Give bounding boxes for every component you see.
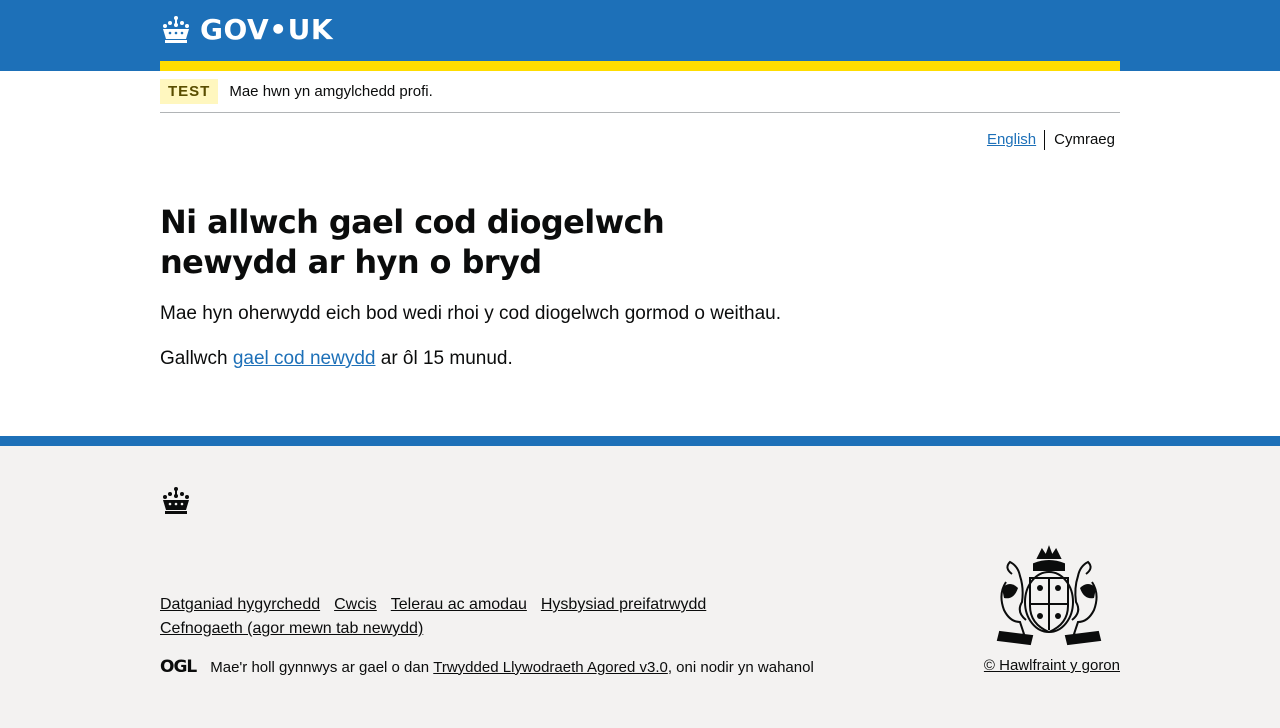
retry-paragraph: Gallwch gael cod newydd ar ôl 15 munud. [160,346,1120,371]
govuk-logo-link[interactable]: GOV•UK [160,12,333,48]
footer-link-terms[interactable]: Telerau ac amodau [391,593,527,617]
main-content: Ni allwch gael cod diogelwch newydd ar h… [160,150,1120,436]
govuk-logo-text: GOV•UK [200,13,334,46]
footer-links: Datganiad hygyrchedd Cwcis Telerau ac amod… [160,593,760,641]
licence-prefix: Mae'r holl gynnwys ar gael o dan [210,658,430,676]
footer-link-cookies[interactable]: Cwcis [334,593,377,617]
page-title: Ni allwch gael cod diogelwch newydd ar h… [160,203,665,281]
footer-link-privacy[interactable]: Hysbysiad preifatrwydd [541,593,706,617]
royal-coat-of-arms-icon [996,545,1102,646]
ogl-logo-icon: OGL [160,657,197,677]
language-switcher: English Cymraeg [160,130,1115,150]
licence-suffix: , oni nodir yn wahanol [667,658,814,676]
crown-copyright-link[interactable]: © Hawlfraint y goron [984,657,1120,674]
phase-text: Mae hwn yn amgylchedd profi. [229,83,433,100]
site-header: GOV•UK [0,0,1280,71]
reason-paragraph: Mae hyn oherwydd eich bod wedi rhoi y co… [160,303,782,324]
header-accent-bar [160,61,1120,71]
footer-crown-icon [163,487,189,514]
footer-link-accessibility[interactable]: Datganiad hygyrchedd [160,593,320,617]
site-footer: Datganiad hygyrchedd Cwcis Telerau ac amod… [0,436,1280,728]
licence-statement: OGL Mae'r holl gynnwys ar gael o dan Trw… [160,657,814,677]
licence-link[interactable]: Trwydded Llywodraeth Agored v3.0 [433,659,668,676]
phase-tag: TEST [160,79,219,104]
phase-banner: TEST Mae hwn yn amgylchedd profi. [160,71,1120,113]
get-new-code-link[interactable]: gael cod newydd [233,348,376,369]
crown-icon [163,16,189,43]
language-cymraeg-current: Cymraeg [1054,131,1115,148]
retry-suffix: ar ôl 15 munud. [375,348,513,369]
footer-link-support[interactable]: Cefnogaeth (agor mewn tab newydd) [160,617,423,641]
language-english-link[interactable]: English [987,130,1046,150]
retry-prefix: Gallwch [160,348,233,369]
